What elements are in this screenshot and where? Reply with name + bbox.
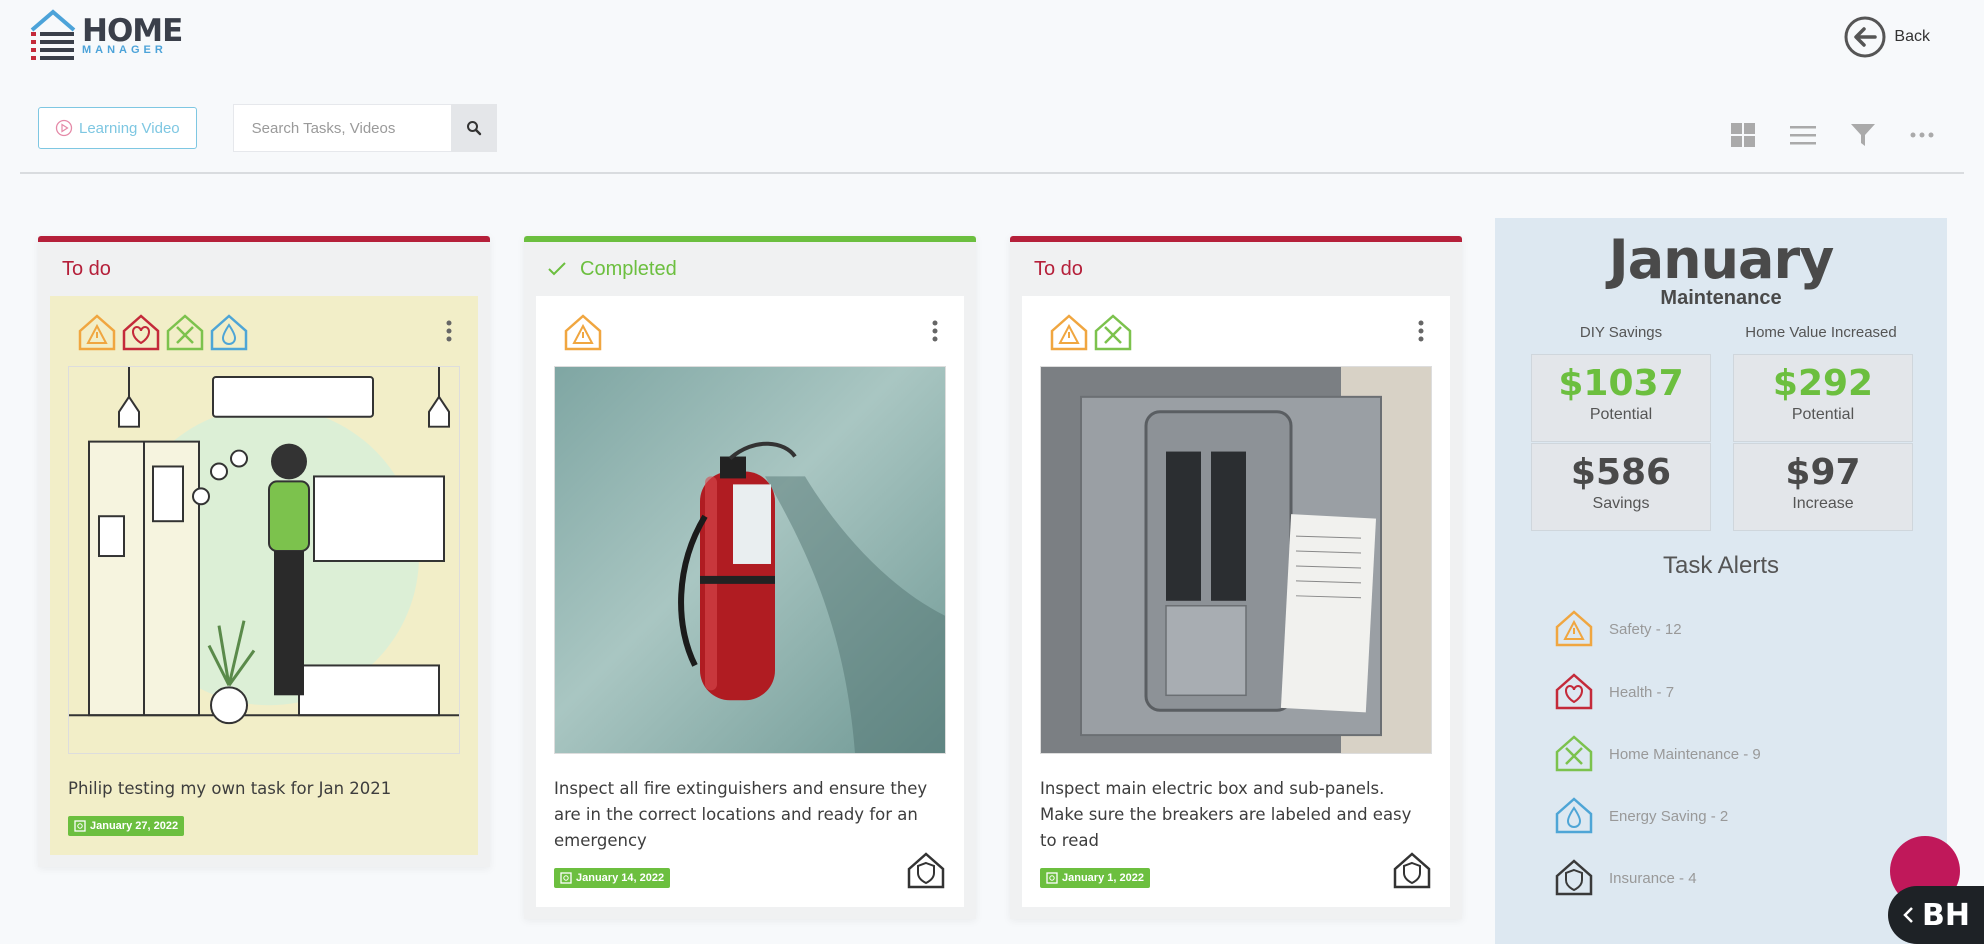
home-maintenance-icon [166, 314, 204, 351]
diy-savings-value: $586 [1570, 452, 1672, 493]
back-label: Back [1894, 28, 1930, 45]
task-card[interactable]: Completed Inspect all fire extinguishers… [524, 236, 976, 919]
safety-icon [564, 314, 602, 351]
diy-savings-heading: DIY Savings [1579, 324, 1663, 341]
health-icon [1555, 673, 1593, 710]
date-badge: January 1, 2022 [1040, 868, 1150, 888]
calendar-icon [560, 872, 572, 884]
task-alerts-title: Task Alerts [1662, 552, 1780, 579]
calendar-icon [74, 820, 86, 832]
bh-widget-tab[interactable]: BH [1888, 886, 1984, 944]
diy-potential-value: $1037 [1558, 363, 1684, 404]
alert-home-maintenance[interactable]: Home Maintenance - 9 [1553, 733, 1761, 775]
alert-label: Safety - 12 [1609, 620, 1682, 638]
maintenance-summary-panel: January Maintenance DIY Savings Home Val… [1495, 218, 1947, 944]
diy-potential-box: $1037 Potential [1531, 354, 1711, 442]
bh-label: BH [1922, 897, 1970, 933]
learning-video-label: Learning Video [79, 119, 180, 137]
alert-label: Home Maintenance - 9 [1609, 745, 1761, 763]
calendar-icon [1046, 872, 1058, 884]
energy-saving-icon [1555, 797, 1593, 834]
check-icon [548, 262, 566, 276]
task-title: Inspect main electric box and sub-panels… [1040, 779, 1412, 850]
filter-icon[interactable] [1850, 122, 1876, 148]
card-menu-icon[interactable] [1418, 320, 1424, 342]
back-button[interactable]: Back [1844, 16, 1930, 58]
energy-saving-icon [210, 314, 248, 351]
diy-savings-label: Savings [1592, 495, 1650, 512]
logo-house-icon [30, 9, 76, 60]
alert-health[interactable]: Health - 7 [1553, 671, 1674, 713]
card-menu-icon[interactable] [446, 320, 452, 342]
month-subtitle: Maintenance [1660, 287, 1782, 309]
hv-potential-value: $292 [1772, 363, 1874, 404]
safety-icon [78, 314, 116, 351]
task-image-fire-extinguisher [554, 366, 946, 754]
task-image-smart-home [68, 366, 460, 754]
toolbar-divider [20, 172, 1964, 174]
alert-label: Energy Saving - 2 [1609, 807, 1729, 825]
health-icon [122, 314, 160, 351]
month-title: January [1608, 228, 1835, 291]
date-text: January 1, 2022 [1062, 872, 1144, 884]
task-card[interactable]: To do Inspect main electric box and sub-… [1010, 236, 1462, 919]
search-box [232, 104, 497, 152]
alert-label: Health - 7 [1609, 683, 1675, 701]
card-menu-icon[interactable] [932, 320, 938, 342]
home-maintenance-icon [1094, 314, 1132, 351]
task-title: Inspect all fire extinguishers and ensur… [554, 779, 928, 850]
date-badge: January 14, 2022 [554, 868, 671, 888]
status-label: To do [62, 257, 111, 280]
date-text: January 14, 2022 [576, 872, 665, 884]
learning-video-button[interactable]: Learning Video [38, 107, 197, 149]
diy-potential-label: Potential [1589, 406, 1653, 423]
home-value-heading: Home Value Increased [1745, 324, 1897, 341]
alert-insurance[interactable]: Insurance - 4 [1553, 857, 1697, 899]
home-manager-logo[interactable]: HOME MANAGER [28, 8, 183, 64]
date-badge: January 27, 2022 [68, 816, 185, 836]
safety-icon [1050, 314, 1088, 351]
home-maintenance-icon [1555, 735, 1593, 772]
hv-increase-value: $97 [1785, 452, 1861, 493]
search-input[interactable] [232, 104, 451, 152]
hv-potential-label: Potential [1791, 406, 1855, 423]
safety-icon [1555, 610, 1593, 647]
hv-increase-label: Increase [1792, 495, 1854, 512]
alert-energy-saving[interactable]: Energy Saving - 2 [1553, 795, 1728, 837]
chevron-left-icon [1903, 907, 1913, 923]
play-icon [55, 119, 73, 137]
list-view-icon[interactable] [1790, 124, 1816, 146]
task-card[interactable]: To do Philip testing my own task for Jan… [38, 236, 490, 867]
logo-title: HOME [82, 13, 183, 49]
insurance-icon [1393, 852, 1431, 889]
back-arrow-icon [1844, 16, 1886, 58]
alert-label: Insurance - 4 [1609, 869, 1697, 887]
search-icon [466, 121, 481, 136]
search-button[interactable] [450, 104, 497, 152]
status-label-row: Completed [524, 242, 976, 296]
alert-safety[interactable]: Safety - 12 [1553, 608, 1682, 650]
more-icon[interactable] [1910, 131, 1934, 139]
date-text: January 27, 2022 [90, 820, 179, 832]
status-label: To do [1034, 257, 1083, 280]
hv-increase-box: $97 Increase [1733, 443, 1913, 531]
diy-savings-box: $586 Savings [1531, 443, 1711, 531]
status-label: Completed [580, 257, 677, 280]
hv-potential-box: $292 Potential [1733, 354, 1913, 442]
grid-view-icon[interactable] [1730, 122, 1756, 148]
task-image-electric-panel [1040, 366, 1432, 754]
insurance-icon [1555, 859, 1593, 896]
task-title: Philip testing my own task for Jan 2021 [68, 779, 392, 798]
insurance-icon [907, 852, 945, 889]
